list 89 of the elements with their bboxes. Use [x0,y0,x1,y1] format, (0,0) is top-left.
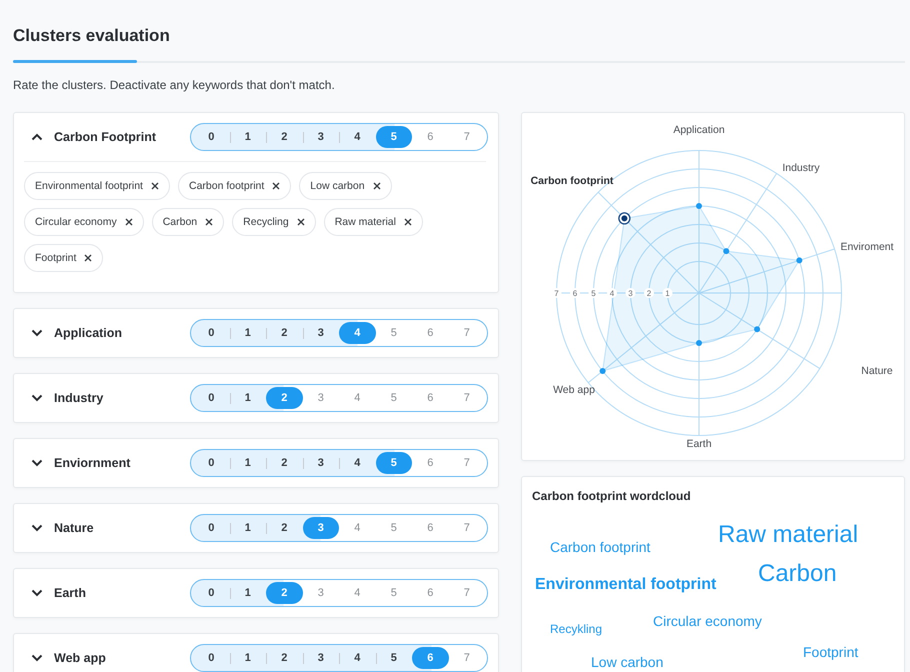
chevron-down-icon[interactable] [31,394,43,402]
scale-label: 7 [552,288,562,298]
close-icon[interactable] [124,218,133,226]
chevron-down-icon[interactable] [31,459,43,467]
rating-option[interactable]: 1 [230,322,266,344]
data-point[interactable] [696,203,702,209]
cloud-word: Environmental footprint [535,576,716,594]
chevron-down-icon[interactable] [31,589,43,597]
axis-label: Web app [553,384,595,396]
rating-option[interactable]: 0 [193,322,230,344]
rating-option[interactable]: 2 [266,126,302,148]
cloud-word: Low carbon [591,655,664,670]
scale-label: 4 [607,288,617,298]
rating-option[interactable]: 2 [266,517,302,539]
chevron-up-icon[interactable] [31,133,43,141]
keyword-chip[interactable]: Footprint [24,244,104,272]
rating-option[interactable]: 3 [302,647,339,669]
rating-option[interactable]: 1 [230,647,266,669]
cluster-name: Earth [54,586,87,600]
keyword-chip[interactable]: Recycling [232,208,316,236]
rating-option[interactable]: 1 [230,452,266,474]
cluster-name: Carbon Footprint [54,130,158,144]
rating-option[interactable]: 0 [193,387,230,409]
rating-option[interactable]: 1 [230,126,266,148]
axis-label: Carbon footprint [530,175,614,187]
cloud-word: Circular economy [653,614,762,630]
keyword-chip[interactable]: Carbon [152,208,224,236]
data-point[interactable] [696,340,702,346]
data-point[interactable] [600,368,606,374]
rating-option[interactable]: 0 [193,452,230,474]
scale-label: 2 [644,288,654,298]
scale-label: 6 [570,288,580,298]
page-title: Clusters evaluation [13,25,171,46]
rating-option[interactable]: 3 [302,322,339,344]
rating-option[interactable]: 0 [193,126,230,148]
keyword-chip[interactable]: Circular economy [24,208,144,236]
cloud-word: Footprint [803,645,858,660]
cluster-name: Industry [54,391,104,405]
close-icon[interactable] [205,218,214,226]
keyword-chip[interactable]: Carbon footprint [178,172,292,200]
axis-label: Industry [782,162,820,174]
data-point[interactable] [754,326,760,332]
wordcloud-title: Carbon footprint wordcloud [532,489,692,503]
highlighted-data-point[interactable] [618,212,631,225]
cluster-name: Nature [54,521,95,535]
cluster-name: Web app [54,651,107,665]
axis-label: Application [673,124,725,136]
keyword-chip[interactable]: Environmental footprint [24,172,170,200]
rating-option[interactable]: 5 [376,647,412,669]
rating-option[interactable]: 1 [230,517,266,539]
rating-option[interactable]: 2 [266,322,302,344]
cloud-word: Raw material [718,522,858,548]
close-icon[interactable] [272,182,280,190]
rating-option[interactable]: 2 [266,452,302,474]
rating-option[interactable]: 0 [193,517,230,539]
scale-label: 1 [662,288,672,298]
cloud-word: Carbon footprint [550,540,650,556]
keyword-chip[interactable]: Raw material [324,208,423,236]
cluster-name: Application [54,326,124,340]
cluster-name: Enviornment [54,456,132,470]
instructions-text: Rate the clusters. Deactivate any keywords that don't match. [13,77,336,93]
cloud-word: Carbon [758,561,837,588]
rating-option[interactable]: 4 [339,452,376,474]
axis-label: Nature [861,365,893,377]
scale-label: 5 [588,288,598,298]
chevron-down-icon[interactable] [31,524,43,532]
close-icon[interactable] [404,218,412,226]
close-icon[interactable] [150,182,159,190]
chevron-down-icon[interactable] [31,329,43,337]
rating-option[interactable]: 1 [230,582,266,604]
axis-label: Enviroment [840,241,894,253]
rating-option[interactable]: 0 [193,647,230,669]
rating-option[interactable]: 1 [230,387,266,409]
rating-option[interactable]: 4 [339,647,376,669]
data-point[interactable] [796,257,802,264]
chevron-down-icon[interactable] [31,654,43,662]
rating-option[interactable]: 3 [302,126,339,148]
data-point[interactable] [723,248,730,254]
close-icon[interactable] [84,254,92,262]
close-icon[interactable] [296,218,305,226]
keyword-chip[interactable]: Low carbon [299,172,392,200]
rating-option[interactable]: 0 [193,582,230,604]
cloud-word: Recykling [550,623,602,636]
rating-option[interactable]: 4 [339,126,376,148]
axis-label: Earth [686,438,712,450]
rating-option[interactable]: 2 [266,647,302,669]
rating-option[interactable]: 3 [302,452,339,474]
close-icon[interactable] [372,182,381,190]
scale-label: 3 [626,288,636,298]
